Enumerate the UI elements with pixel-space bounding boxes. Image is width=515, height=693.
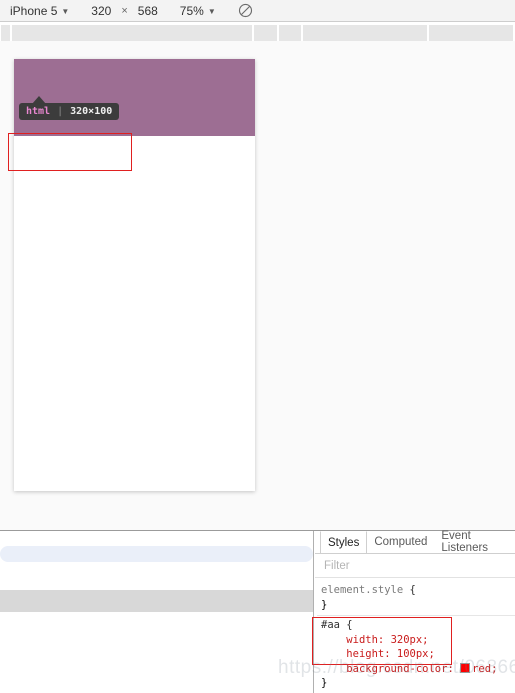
viewport-height-input[interactable]: 568 — [138, 4, 158, 18]
tab-event-listeners[interactable]: Event Listeners — [434, 530, 515, 554]
device-viewport[interactable] — [14, 59, 255, 491]
css-declaration-height[interactable]: height: 100px; — [317, 647, 515, 662]
css-selector[interactable]: #aa — [321, 619, 340, 631]
zoom-selector[interactable]: 75% ▼ — [180, 4, 216, 18]
css-rules-list: element.style { } #aa { width: 320px; he… — [315, 578, 515, 691]
dom-tree-pane[interactable] — [0, 531, 314, 693]
tooltip-dimensions: 320×100 — [70, 106, 113, 117]
device-selector[interactable]: iPhone 5 ▼ — [10, 4, 69, 18]
css-rule-header: element.style { — [317, 583, 515, 598]
ruler-segment — [429, 25, 514, 41]
css-property-name[interactable]: background-color — [346, 663, 447, 675]
css-rule-aa[interactable]: #aa { width: 320px; height: 100px; backg… — [317, 618, 515, 691]
no-throttling-icon[interactable] — [238, 3, 254, 19]
zoom-level-label: 75% — [179, 3, 204, 18]
tab-computed-label: Computed — [374, 536, 428, 548]
viewport-width-input[interactable]: 320 — [91, 4, 111, 18]
css-declaration-background-color[interactable]: background-color: red; — [317, 662, 515, 677]
css-close-brace: } — [321, 598, 328, 611]
css-property-value[interactable]: 100px — [397, 648, 429, 660]
ruler-segment — [1, 25, 10, 41]
css-property-name[interactable]: height — [346, 648, 384, 660]
css-rule-divider — [317, 615, 515, 616]
styles-sidebar-pane: Styles Computed Event Listeners Filter e… — [315, 530, 515, 693]
styles-filter-placeholder: Filter — [324, 559, 350, 572]
tab-computed[interactable]: Computed — [367, 531, 434, 553]
css-rule-header: #aa { — [317, 618, 515, 633]
devtools-panel: Styles Computed Event Listeners Filter e… — [0, 530, 515, 693]
tab-event-listeners-label: Event Listeners — [441, 530, 489, 554]
css-property-name[interactable]: width — [346, 634, 378, 646]
css-property-value[interactable]: 320px — [391, 634, 423, 646]
tab-styles-label: Styles — [328, 536, 360, 549]
chevron-down-icon: ▼ — [207, 6, 216, 16]
dom-tree-highlight-band — [0, 590, 313, 612]
devtools-screenshot: iPhone 5 ▼ 320 × 568 75% ▼ html | 320×10… — [0, 0, 515, 693]
styles-filter-input[interactable]: Filter — [315, 554, 515, 578]
css-open-brace: { — [409, 584, 416, 596]
css-rule-element-style[interactable]: element.style { } — [317, 583, 515, 612]
tab-styles[interactable]: Styles — [320, 531, 368, 553]
viewport-dimensions: 320 × 568 — [91, 4, 158, 18]
dom-tree-selected-row[interactable] — [0, 546, 313, 562]
device-emulation-toolbar: iPhone 5 ▼ 320 × 568 75% ▼ — [0, 0, 515, 22]
ruler-segment — [11, 25, 253, 41]
chevron-down-icon: ▼ — [61, 6, 70, 16]
css-selector[interactable]: element.style — [321, 584, 403, 596]
viewport-ruler — [0, 23, 515, 41]
css-property-value[interactable]: red — [472, 663, 491, 675]
tooltip-tag-name: html — [26, 106, 51, 117]
ruler-segment — [254, 25, 277, 41]
device-name-label: iPhone 5 — [10, 3, 58, 18]
dimension-separator-icon: × — [121, 4, 128, 17]
element-highlight-overlay — [14, 59, 255, 136]
styles-pane-tabs: Styles Computed Event Listeners — [315, 530, 515, 554]
ruler-segment — [303, 25, 428, 41]
tooltip-separator: | — [57, 106, 64, 117]
ruler-segment — [278, 25, 302, 41]
css-declaration-width[interactable]: width: 320px; — [317, 633, 515, 648]
css-close-brace: } — [321, 677, 328, 689]
color-swatch-icon[interactable] — [460, 662, 471, 673]
element-info-tooltip: html | 320×100 — [19, 103, 120, 120]
css-open-brace: { — [346, 619, 353, 631]
